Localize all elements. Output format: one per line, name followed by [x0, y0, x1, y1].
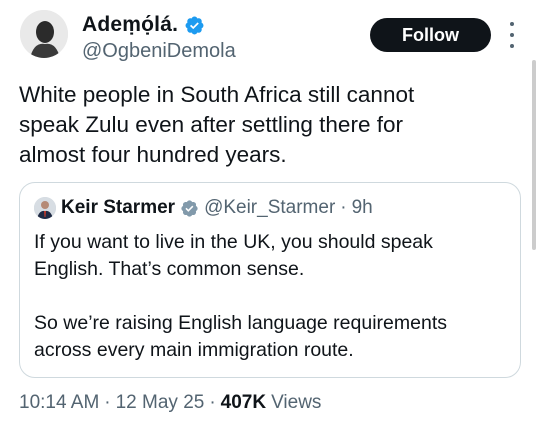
- tweet-date[interactable]: 12 May 25: [116, 392, 205, 414]
- more-dot: [510, 33, 514, 37]
- verified-badge-icon: [185, 16, 204, 34]
- meta-separator: ·: [104, 392, 111, 413]
- tweet-meta: 10:14 AM · 12 May 25 · 407K Views: [19, 392, 321, 414]
- quoted-author-handle[interactable]: @Keir_Starmer: [204, 197, 335, 219]
- views-count: 407K: [220, 392, 267, 413]
- more-dot: [510, 44, 514, 48]
- quoted-avatar-image: [34, 197, 56, 219]
- quoted-tweet-card[interactable]: Keir Starmer @Keir_Starmer · 9h If you w…: [19, 182, 521, 378]
- quoted-author-name[interactable]: Keir Starmer: [61, 197, 175, 219]
- quoted-tweet-header: Keir Starmer @Keir_Starmer · 9h: [34, 197, 373, 219]
- quoted-separator: ·: [340, 197, 347, 218]
- author-display-name[interactable]: Adeṃọ́lá.: [82, 13, 178, 37]
- avatar-image: [20, 10, 68, 58]
- more-options-icon[interactable]: [507, 22, 517, 48]
- views-label: Views: [271, 392, 322, 413]
- meta-separator: ·: [209, 392, 216, 413]
- tweet-time[interactable]: 10:14 AM: [19, 392, 99, 414]
- author-handle[interactable]: @OgbeniDemola: [82, 40, 236, 63]
- quoted-time[interactable]: 9h: [352, 197, 373, 219]
- author-name-row: Adeṃọ́lá.: [82, 12, 236, 38]
- quoted-author-avatar: [34, 197, 56, 219]
- government-verified-badge-icon: [181, 199, 198, 217]
- author-avatar[interactable]: [20, 10, 68, 58]
- more-dot: [510, 22, 514, 26]
- scrollbar[interactable]: [532, 60, 536, 250]
- follow-button[interactable]: Follow: [370, 18, 491, 52]
- tweet-text: White people in South Africa still canno…: [19, 82, 415, 167]
- quoted-tweet-text: If you want to live in the UK, you shoul…: [34, 231, 447, 361]
- author-info: Adeṃọ́lá. @OgbeniDemola: [82, 12, 236, 63]
